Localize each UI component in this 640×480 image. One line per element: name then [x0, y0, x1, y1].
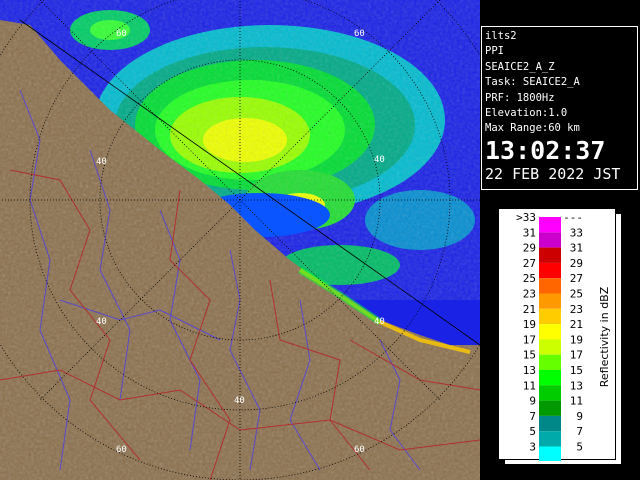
legend-low-label: 7: [529, 410, 536, 423]
legend-high-label: 7: [576, 425, 583, 438]
radar-ppi-map[interactable]: 60 60 40 40 40 40 40 60 60: [0, 0, 480, 480]
reflectivity-legend: >33 --- 31 33 29 31 27 29 25 27 23 25 21 23 19 21 17 19 15…: [498, 208, 616, 461]
max-range: Max Range:60 km: [485, 122, 580, 135]
range-label: 60: [116, 29, 127, 39]
scan-date: 22 FEB 2022 JST: [485, 164, 621, 183]
legend-high-label: 9: [576, 410, 583, 423]
legend-swatch: [539, 308, 561, 325]
task-name: Task: SEAICE2_A: [485, 76, 580, 89]
legend-low-label: 23: [523, 288, 536, 301]
range-label: 40: [96, 317, 107, 327]
legend-low-label: 19: [523, 318, 536, 331]
elevation: Elevation:1.0: [485, 107, 568, 120]
legend-swatch: [539, 247, 561, 263]
legend-swatch: [539, 232, 561, 248]
range-label: 40: [96, 157, 107, 167]
legend-swatch: [539, 262, 561, 279]
legend-low-label: 3: [529, 441, 536, 454]
legend-swatch: [539, 293, 561, 309]
legend-high-label: 19: [570, 333, 583, 346]
product-type: PPI: [485, 45, 504, 58]
legend-high-label: ---: [563, 211, 583, 224]
legend-high-label: 25: [570, 288, 583, 301]
legend-swatch: [539, 278, 561, 294]
legend-low-label: 27: [523, 257, 536, 270]
legend-high-label: 5: [576, 441, 583, 454]
legend-low-label: 15: [523, 349, 536, 362]
legend-swatch: [539, 354, 561, 370]
legend-low-label: 31: [523, 226, 536, 239]
legend-title: Reflectivity in dBZ: [598, 286, 611, 387]
legend-high-label: 13: [570, 379, 583, 392]
legend-low-label: 5: [529, 425, 536, 438]
legend-swatch: [539, 415, 561, 432]
legend-low-label: 9: [529, 395, 536, 408]
legend-swatch: [539, 339, 561, 355]
radar-info-panel: ilts2 PPI SEAICE2_A_Z Task: SEAICE2_A PR…: [481, 26, 638, 190]
prf: PRF: 1800Hz: [485, 91, 555, 104]
legend-swatch: [539, 217, 561, 233]
range-label: 40: [374, 155, 385, 165]
range-label: 60: [354, 29, 365, 39]
legend-high-label: 23: [570, 303, 583, 316]
legend-low-label: 29: [523, 242, 536, 255]
legend-high-label: 11: [570, 395, 583, 408]
radar-display: 60 60 40 40 40 40 40 60 60 ilts2 PPI SEA…: [0, 0, 640, 480]
legend-high-label: 27: [570, 272, 583, 285]
legend-high-label: 17: [570, 349, 583, 362]
range-label: 40: [374, 317, 385, 327]
legend-swatch: [539, 370, 561, 386]
legend-swatch: [539, 400, 561, 416]
legend-low-label: 11: [523, 379, 536, 392]
legend-swatch: [539, 431, 561, 447]
product-code: SEAICE2_A_Z: [485, 60, 555, 73]
legend-low-label: >33: [516, 211, 536, 224]
legend-high-label: 31: [570, 242, 583, 255]
scan-time: 13:02:37: [485, 135, 606, 165]
legend-low-label: 25: [523, 272, 536, 285]
legend-high-label: 29: [570, 257, 583, 270]
range-label: 60: [116, 445, 127, 455]
legend-swatch: [539, 324, 561, 340]
legend-low-label: 17: [523, 333, 536, 346]
legend-high-label: 15: [570, 364, 583, 377]
site-name: ilts2: [485, 30, 517, 42]
legend-low-label: 21: [523, 303, 536, 316]
legend-high-label: 33: [570, 226, 583, 239]
legend-high-label: 21: [570, 318, 583, 331]
legend-swatch: [539, 446, 561, 461]
range-label: 60: [354, 445, 365, 455]
range-label: 40: [234, 396, 245, 406]
legend-low-label: 13: [523, 364, 536, 377]
legend-swatch: [539, 385, 561, 401]
